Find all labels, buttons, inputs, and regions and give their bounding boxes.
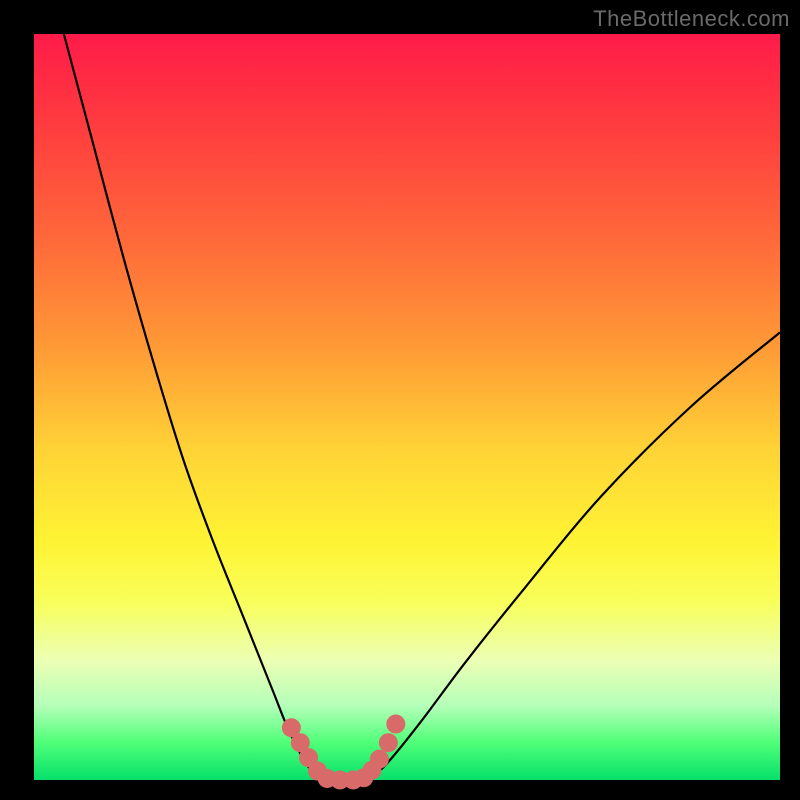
watermark-text: TheBottleneck.com [593,6,790,32]
marker-dot [370,750,389,769]
outer-frame: TheBottleneck.com [0,0,800,800]
chart-svg [34,34,780,780]
curve-right-branch [362,332,780,780]
marker-dot [386,715,405,734]
curve-left-branch [64,34,325,780]
plot-area [34,34,780,780]
marker-dot [379,733,398,752]
marker-group [282,715,405,790]
